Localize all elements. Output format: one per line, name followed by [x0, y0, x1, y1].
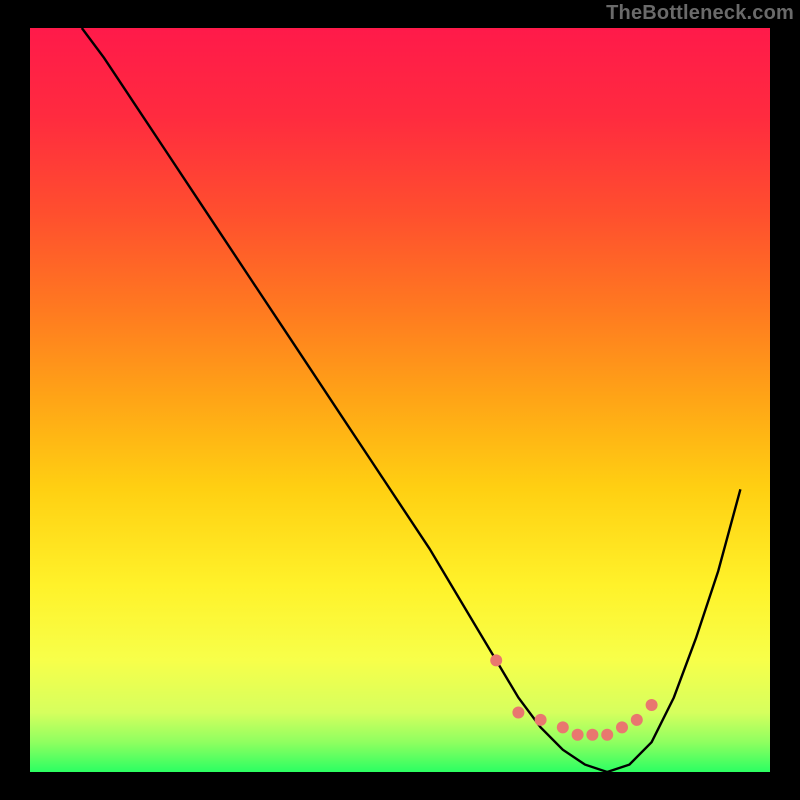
- sweet-spot-dot: [490, 654, 502, 666]
- sweet-spot-dot: [586, 729, 598, 741]
- sweet-spot-dot: [572, 729, 584, 741]
- sweet-spot-dot: [631, 714, 643, 726]
- sweet-spot-dot: [512, 707, 524, 719]
- sweet-spot-dot: [646, 699, 658, 711]
- watermark-text: TheBottleneck.com: [606, 2, 794, 25]
- sweet-spot-dot: [535, 714, 547, 726]
- bottleneck-chart: [0, 0, 800, 800]
- sweet-spot-dot: [616, 721, 628, 733]
- plot-background: [30, 28, 770, 772]
- sweet-spot-dot: [601, 729, 613, 741]
- sweet-spot-dot: [557, 721, 569, 733]
- chart-frame: TheBottleneck.com: [0, 0, 800, 800]
